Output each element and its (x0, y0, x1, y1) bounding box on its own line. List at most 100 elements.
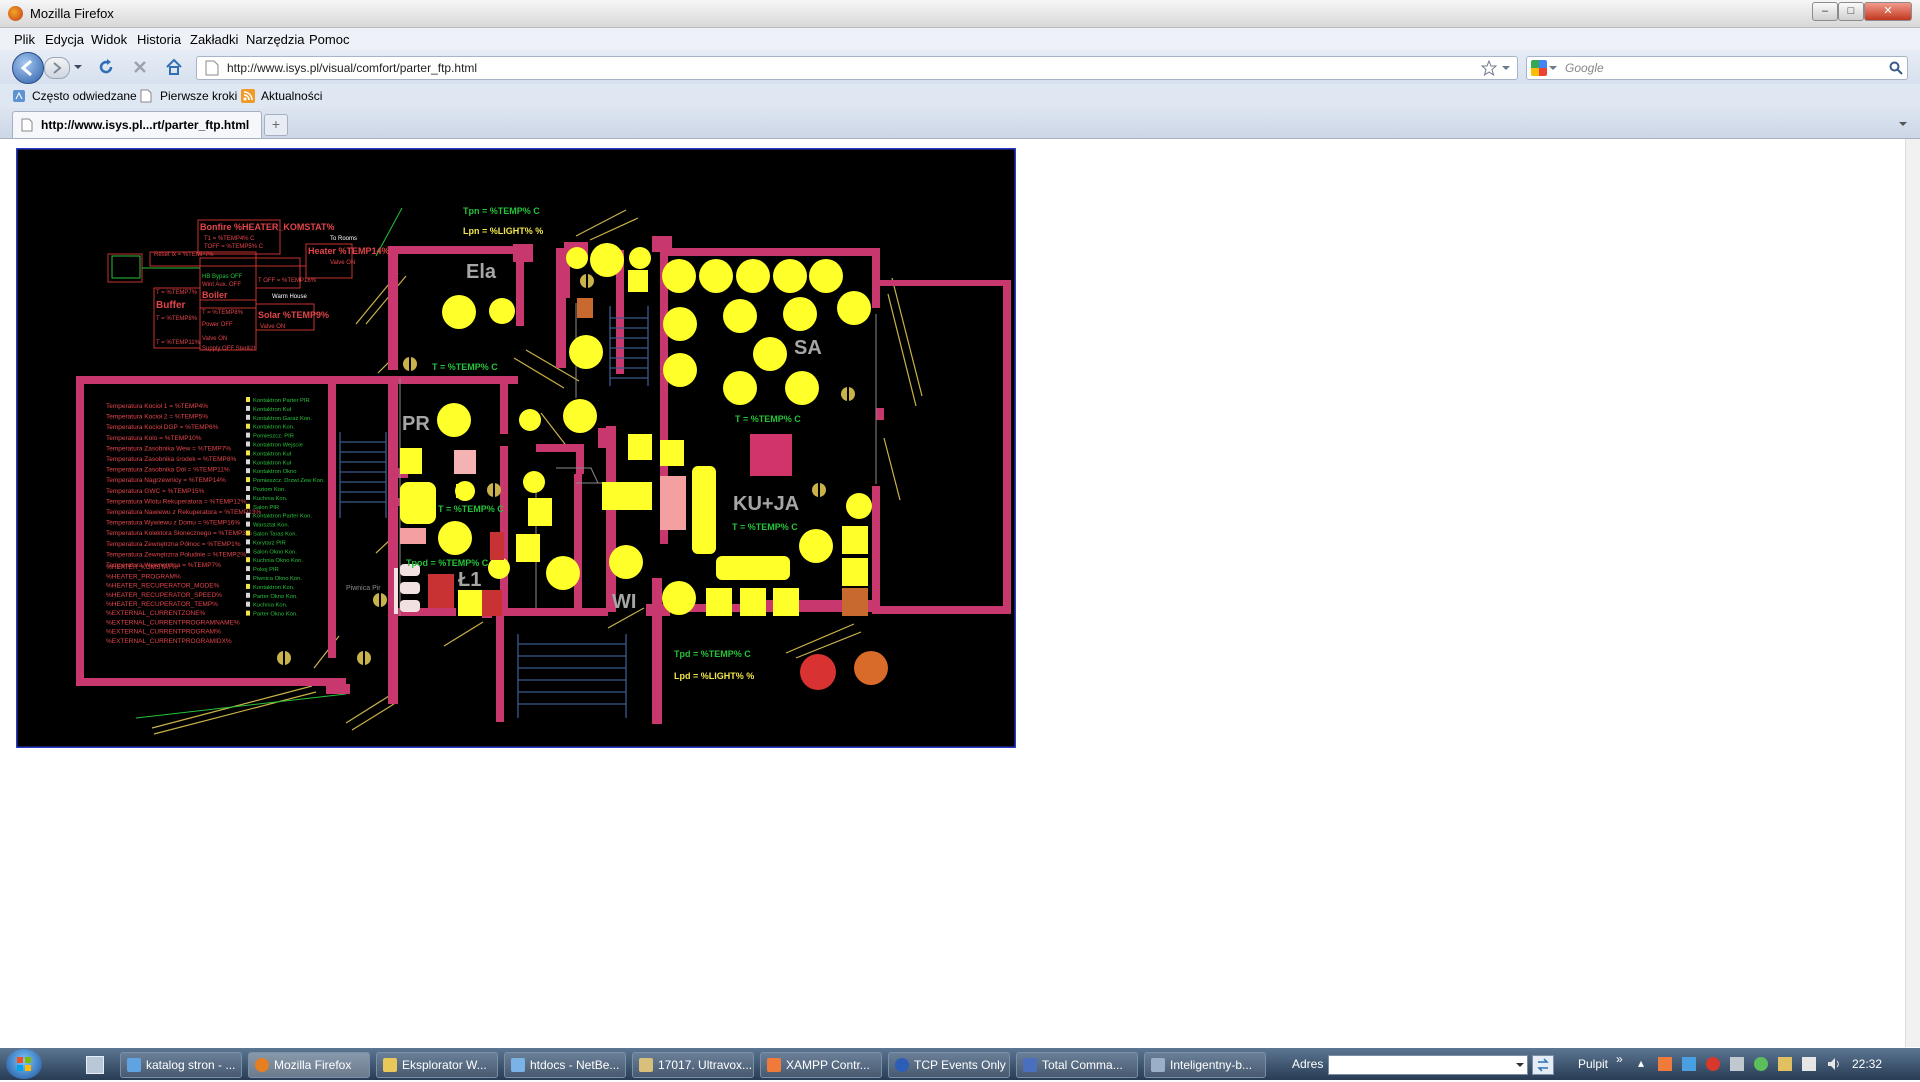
sensor-icon[interactable] (277, 651, 291, 665)
taskbar-item-total-commander[interactable]: Total Comma... (1016, 1052, 1138, 1078)
list-all-tabs-button[interactable] (1894, 114, 1912, 134)
tray-action-center-icon[interactable] (1802, 1057, 1816, 1071)
lamp[interactable] (442, 295, 476, 329)
lamp[interactable] (723, 299, 757, 333)
speaker-icon[interactable] (1826, 1056, 1842, 1072)
lamp[interactable] (489, 298, 515, 324)
taskbar-item-explorer[interactable]: Eksplorator W... (376, 1052, 498, 1078)
lamp[interactable] (488, 557, 510, 579)
search-icon[interactable] (1889, 61, 1903, 75)
lamp[interactable] (799, 529, 833, 563)
lamp[interactable] (609, 545, 643, 579)
go-button[interactable] (1532, 1055, 1554, 1075)
reload-button[interactable] (96, 57, 116, 77)
menu-help[interactable]: Pomoc (309, 32, 349, 47)
menu-bookmarks[interactable]: Zakładki (190, 32, 238, 47)
clock[interactable]: 22:32 (1852, 1057, 1882, 1071)
vertical-scrollbar[interactable] (1905, 139, 1920, 1047)
tray-app-icon[interactable] (1778, 1057, 1792, 1071)
lamp[interactable] (663, 353, 697, 387)
chevron-down-icon[interactable] (1515, 1060, 1525, 1070)
lamp[interactable] (846, 493, 872, 519)
lamp[interactable] (629, 247, 651, 269)
show-desktop-icon[interactable] (86, 1056, 104, 1074)
maximize-button[interactable]: □ (1838, 2, 1864, 21)
taskbar-item-ultravox[interactable]: 17017. Ultravox... (632, 1052, 754, 1078)
toolbar-expand-icon[interactable]: » (1616, 1052, 1623, 1066)
close-button[interactable]: ✕ (1864, 2, 1912, 21)
back-button[interactable] (12, 52, 44, 84)
lamp[interactable] (662, 581, 696, 615)
taskbar-item-inteligentny[interactable]: Inteligentny-b... (1144, 1052, 1266, 1078)
history-dropdown[interactable] (72, 60, 84, 74)
home-button[interactable] (164, 57, 184, 77)
taskbar-item-firefox[interactable]: Mozilla Firefox (248, 1052, 370, 1078)
menu-view[interactable]: Widok (91, 32, 127, 47)
taskbar-item-xampp[interactable]: XAMPP Contr... (760, 1052, 882, 1078)
menu-history[interactable]: Historia (137, 32, 181, 47)
tray-network-icon[interactable] (1682, 1057, 1696, 1071)
tray-xampp-icon[interactable] (1658, 1057, 1672, 1071)
tray-antivirus-icon[interactable] (1706, 1057, 1720, 1071)
sensor-icon[interactable] (487, 483, 501, 497)
url-bar[interactable]: http://www.isys.pl/visual/comfort/parter… (196, 56, 1518, 80)
minimize-button[interactable]: – (1812, 2, 1838, 21)
new-tab-button[interactable]: + (264, 114, 288, 136)
app-icon (1151, 1058, 1165, 1072)
lamp[interactable] (438, 521, 472, 555)
sensor-status-item: Pomieszcz. PIR (253, 434, 294, 440)
bookmark-most-visited[interactable]: Często odwiedzane (32, 89, 137, 103)
lamp[interactable] (809, 259, 843, 293)
sensor-icon[interactable] (841, 387, 855, 401)
lamp[interactable] (837, 291, 871, 325)
lamp[interactable] (699, 259, 733, 293)
lamp[interactable] (785, 371, 819, 405)
taskbar-item-katalog[interactable]: katalog stron - ... (120, 1052, 242, 1078)
address-toolbar-input[interactable] (1328, 1055, 1528, 1075)
lamp[interactable] (523, 471, 545, 493)
lamp[interactable] (566, 247, 588, 269)
lamp[interactable] (753, 337, 787, 371)
lamp[interactable] (736, 259, 770, 293)
lamp[interactable] (437, 403, 471, 437)
lamp[interactable] (519, 409, 541, 431)
lamp[interactable] (546, 556, 580, 590)
menu-file[interactable]: Plik (14, 32, 35, 47)
taskbar-item-netbeans[interactable]: htdocs - NetBe... (504, 1052, 626, 1078)
tab-parter-ftp[interactable]: http://www.isys.pl...rt/parter_ftp.html (12, 111, 262, 138)
taskbar-item-tcp-events[interactable]: TCP Events Only (888, 1052, 1010, 1078)
start-button[interactable] (6, 1049, 42, 1079)
lamp[interactable] (569, 335, 603, 369)
bookmark-star-icon[interactable] (1481, 60, 1497, 76)
readout-tpd: Tpd = %TEMP% C (674, 649, 751, 659)
search-engine-dropdown-icon[interactable] (1549, 63, 1557, 73)
url-text[interactable]: http://www.isys.pl/visual/comfort/parter… (227, 61, 477, 75)
sensor-icon[interactable] (357, 651, 371, 665)
sensor-status-indicator (246, 432, 250, 438)
tray-messenger-icon[interactable] (1754, 1057, 1768, 1071)
svg-text:TOFF = %TEMP5% C: TOFF = %TEMP5% C (204, 244, 264, 250)
lamp[interactable] (783, 297, 817, 331)
lamp[interactable] (773, 259, 807, 293)
sensor-icon[interactable] (373, 593, 387, 607)
title-bar: Mozilla Firefox – □ ✕ (0, 0, 1920, 28)
lamp[interactable] (723, 371, 757, 405)
stop-button[interactable] (130, 57, 150, 77)
sensor-icon[interactable] (403, 357, 417, 371)
menu-tools[interactable]: Narzędzia (246, 32, 305, 47)
bookmark-latest-headlines[interactable]: Aktualności (261, 89, 322, 103)
bookmark-getting-started[interactable]: Pierwsze kroki (160, 89, 237, 103)
forward-button[interactable] (44, 57, 70, 79)
google-icon[interactable] (1531, 60, 1547, 76)
tray-usb-icon[interactable] (1730, 1057, 1744, 1071)
menu-edit[interactable]: Edycja (45, 32, 84, 47)
lamp[interactable] (662, 259, 696, 293)
lamp[interactable] (563, 399, 597, 433)
sensor-icon[interactable] (580, 274, 594, 288)
lamp[interactable] (590, 243, 624, 277)
search-bar[interactable]: Google (1526, 56, 1908, 80)
url-dropdown-icon[interactable] (1501, 62, 1511, 74)
sensor-icon[interactable] (812, 483, 826, 497)
lamp[interactable] (663, 307, 697, 341)
show-hidden-icons-icon[interactable]: ▴ (1638, 1056, 1644, 1070)
